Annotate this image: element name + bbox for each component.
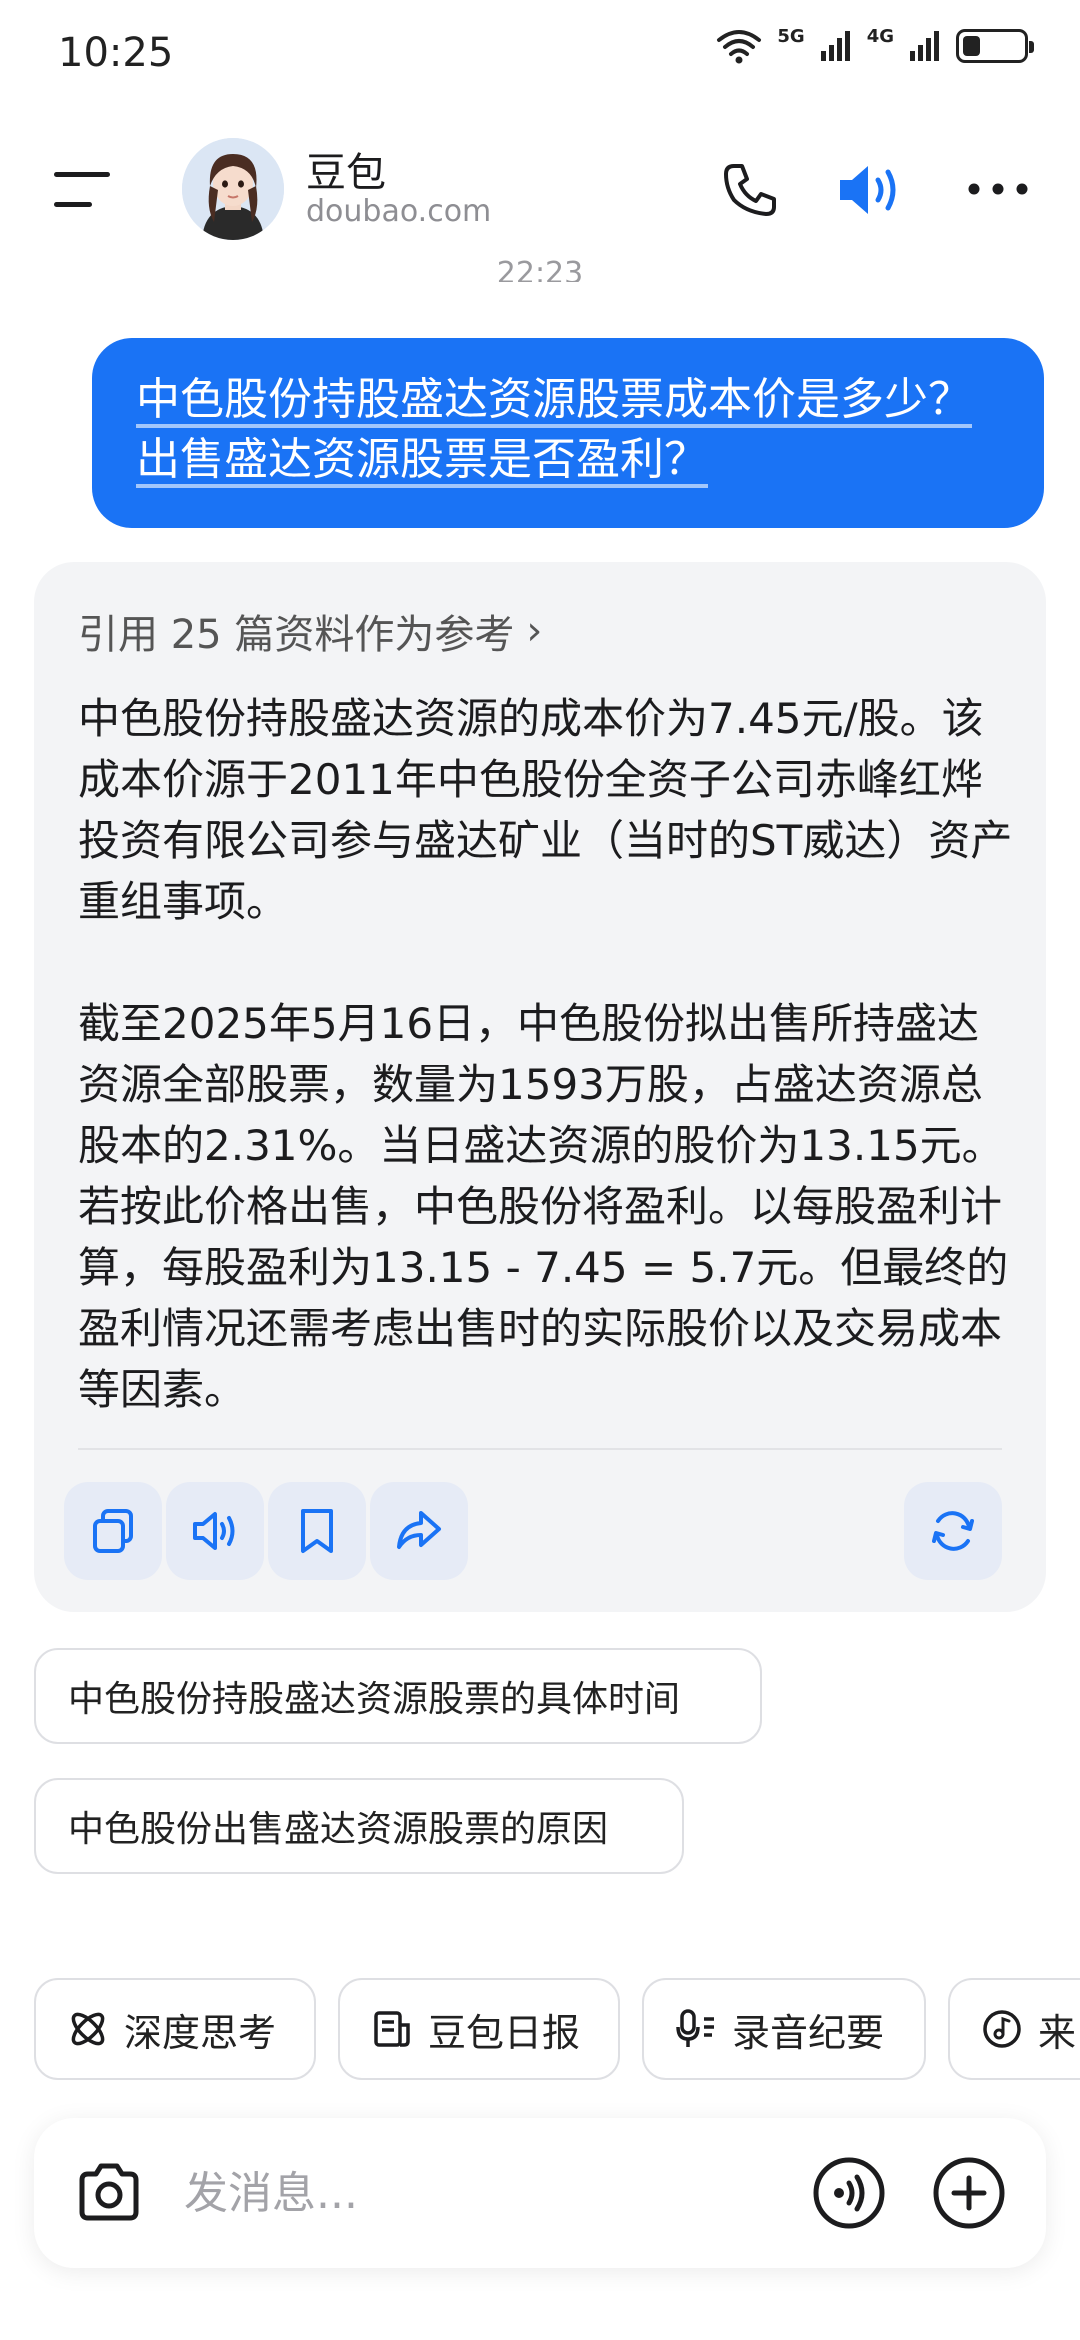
- quick-action-deep-think[interactable]: 深度思考: [34, 1978, 316, 2080]
- suggestion-chip[interactable]: 中色股份出售盛达资源股票的原因: [34, 1778, 684, 1874]
- answer-paragraph: 截至2025年5月16日，中色股份拟出售所持盛达资源全部股票，数量为1593万股…: [78, 999, 1009, 1414]
- user-message-bubble[interactable]: 中色股份持股盛达资源股票成本价是多少？出售盛达资源股票是否盈利？: [92, 338, 1044, 528]
- quick-action-daily-report[interactable]: 豆包日报: [338, 1978, 620, 2080]
- reference-link[interactable]: 引用 25 篇资料作为参考 ›: [78, 602, 542, 660]
- avatar-girl-icon: [182, 138, 284, 240]
- message-input[interactable]: [184, 2158, 804, 2228]
- wifi-icon: [717, 30, 762, 64]
- signal-1-label: 5G: [777, 25, 805, 47]
- quick-action-label: 深度思考: [124, 2010, 277, 2055]
- speaker-icon[interactable]: [836, 158, 906, 222]
- chat-header: 豆包 doubao.com: [0, 130, 1080, 250]
- divider: [78, 1448, 1002, 1450]
- avatar[interactable]: [182, 138, 284, 240]
- message-timestamp: 22:23: [496, 256, 584, 282]
- suggestion-chip[interactable]: 中色股份持股盛达资源股票的具体时间: [34, 1648, 762, 1744]
- bookmark-icon: [301, 1509, 333, 1553]
- recording-icon: [676, 2009, 714, 2047]
- read-aloud-icon: [193, 1512, 235, 1550]
- voice-call-icon[interactable]: [812, 2156, 886, 2230]
- signal-icon: [820, 31, 850, 61]
- bot-domain: doubao.com: [306, 194, 492, 229]
- user-message-text: 中色股份持股盛达资源股票成本价是多少？出售盛达资源股票是否盈利？: [136, 374, 972, 485]
- answer-text: 中色股份持股盛达资源的成本价为7.45元/股。该成本价源于2011年中色股份全资…: [78, 688, 1018, 1420]
- quick-action-more[interactable]: 来: [948, 1978, 1080, 2080]
- answer-paragraph: 中色股份持股盛达资源的成本价为7.45元/股。该成本价源于2011年中色股份全资…: [78, 694, 1013, 926]
- read-aloud-button[interactable]: [166, 1482, 264, 1580]
- share-button[interactable]: [370, 1482, 468, 1580]
- menu-icon[interactable]: [52, 168, 112, 212]
- phone-icon[interactable]: [720, 160, 780, 220]
- signal-2-label: 4G: [866, 25, 894, 47]
- music-icon: [983, 2010, 1021, 2048]
- quick-action-label: 豆包日报: [428, 2010, 581, 2055]
- bot-answer-card: 引用 25 篇资料作为参考 › 中色股份持股盛达资源的成本价为7.45元/股。该…: [34, 562, 1046, 1612]
- camera-icon[interactable]: [74, 2158, 144, 2228]
- plus-icon[interactable]: [932, 2156, 1006, 2230]
- more-icon[interactable]: [966, 178, 1030, 200]
- quick-action-label: 来: [1038, 2010, 1077, 2055]
- daily-report-icon: [374, 2011, 410, 2047]
- regenerate-button[interactable]: [904, 1482, 1002, 1580]
- quick-action-recording[interactable]: 录音纪要: [642, 1978, 926, 2080]
- battery-icon: [956, 29, 1034, 63]
- status-bar: 10:25 5G 4G: [0, 0, 1080, 110]
- copy-button[interactable]: [64, 1482, 162, 1580]
- status-time: 10:25: [58, 30, 174, 76]
- signal-icon: [910, 31, 939, 61]
- regenerate-icon: [932, 1511, 974, 1551]
- status-icons: 5G 4G: [715, 25, 1034, 64]
- quick-action-label: 录音纪要: [732, 2010, 885, 2055]
- reference-label: 引用 25 篇资料作为参考: [78, 612, 515, 658]
- share-icon: [397, 1511, 441, 1549]
- bot-name: 豆包: [306, 150, 386, 196]
- battery-fill: [963, 36, 980, 56]
- copy-icon: [93, 1509, 133, 1553]
- bookmark-button[interactable]: [268, 1482, 366, 1580]
- chevron-right-icon: ›: [526, 608, 543, 654]
- deep-think-icon: [71, 2012, 105, 2046]
- message-input-bar: [34, 2118, 1046, 2268]
